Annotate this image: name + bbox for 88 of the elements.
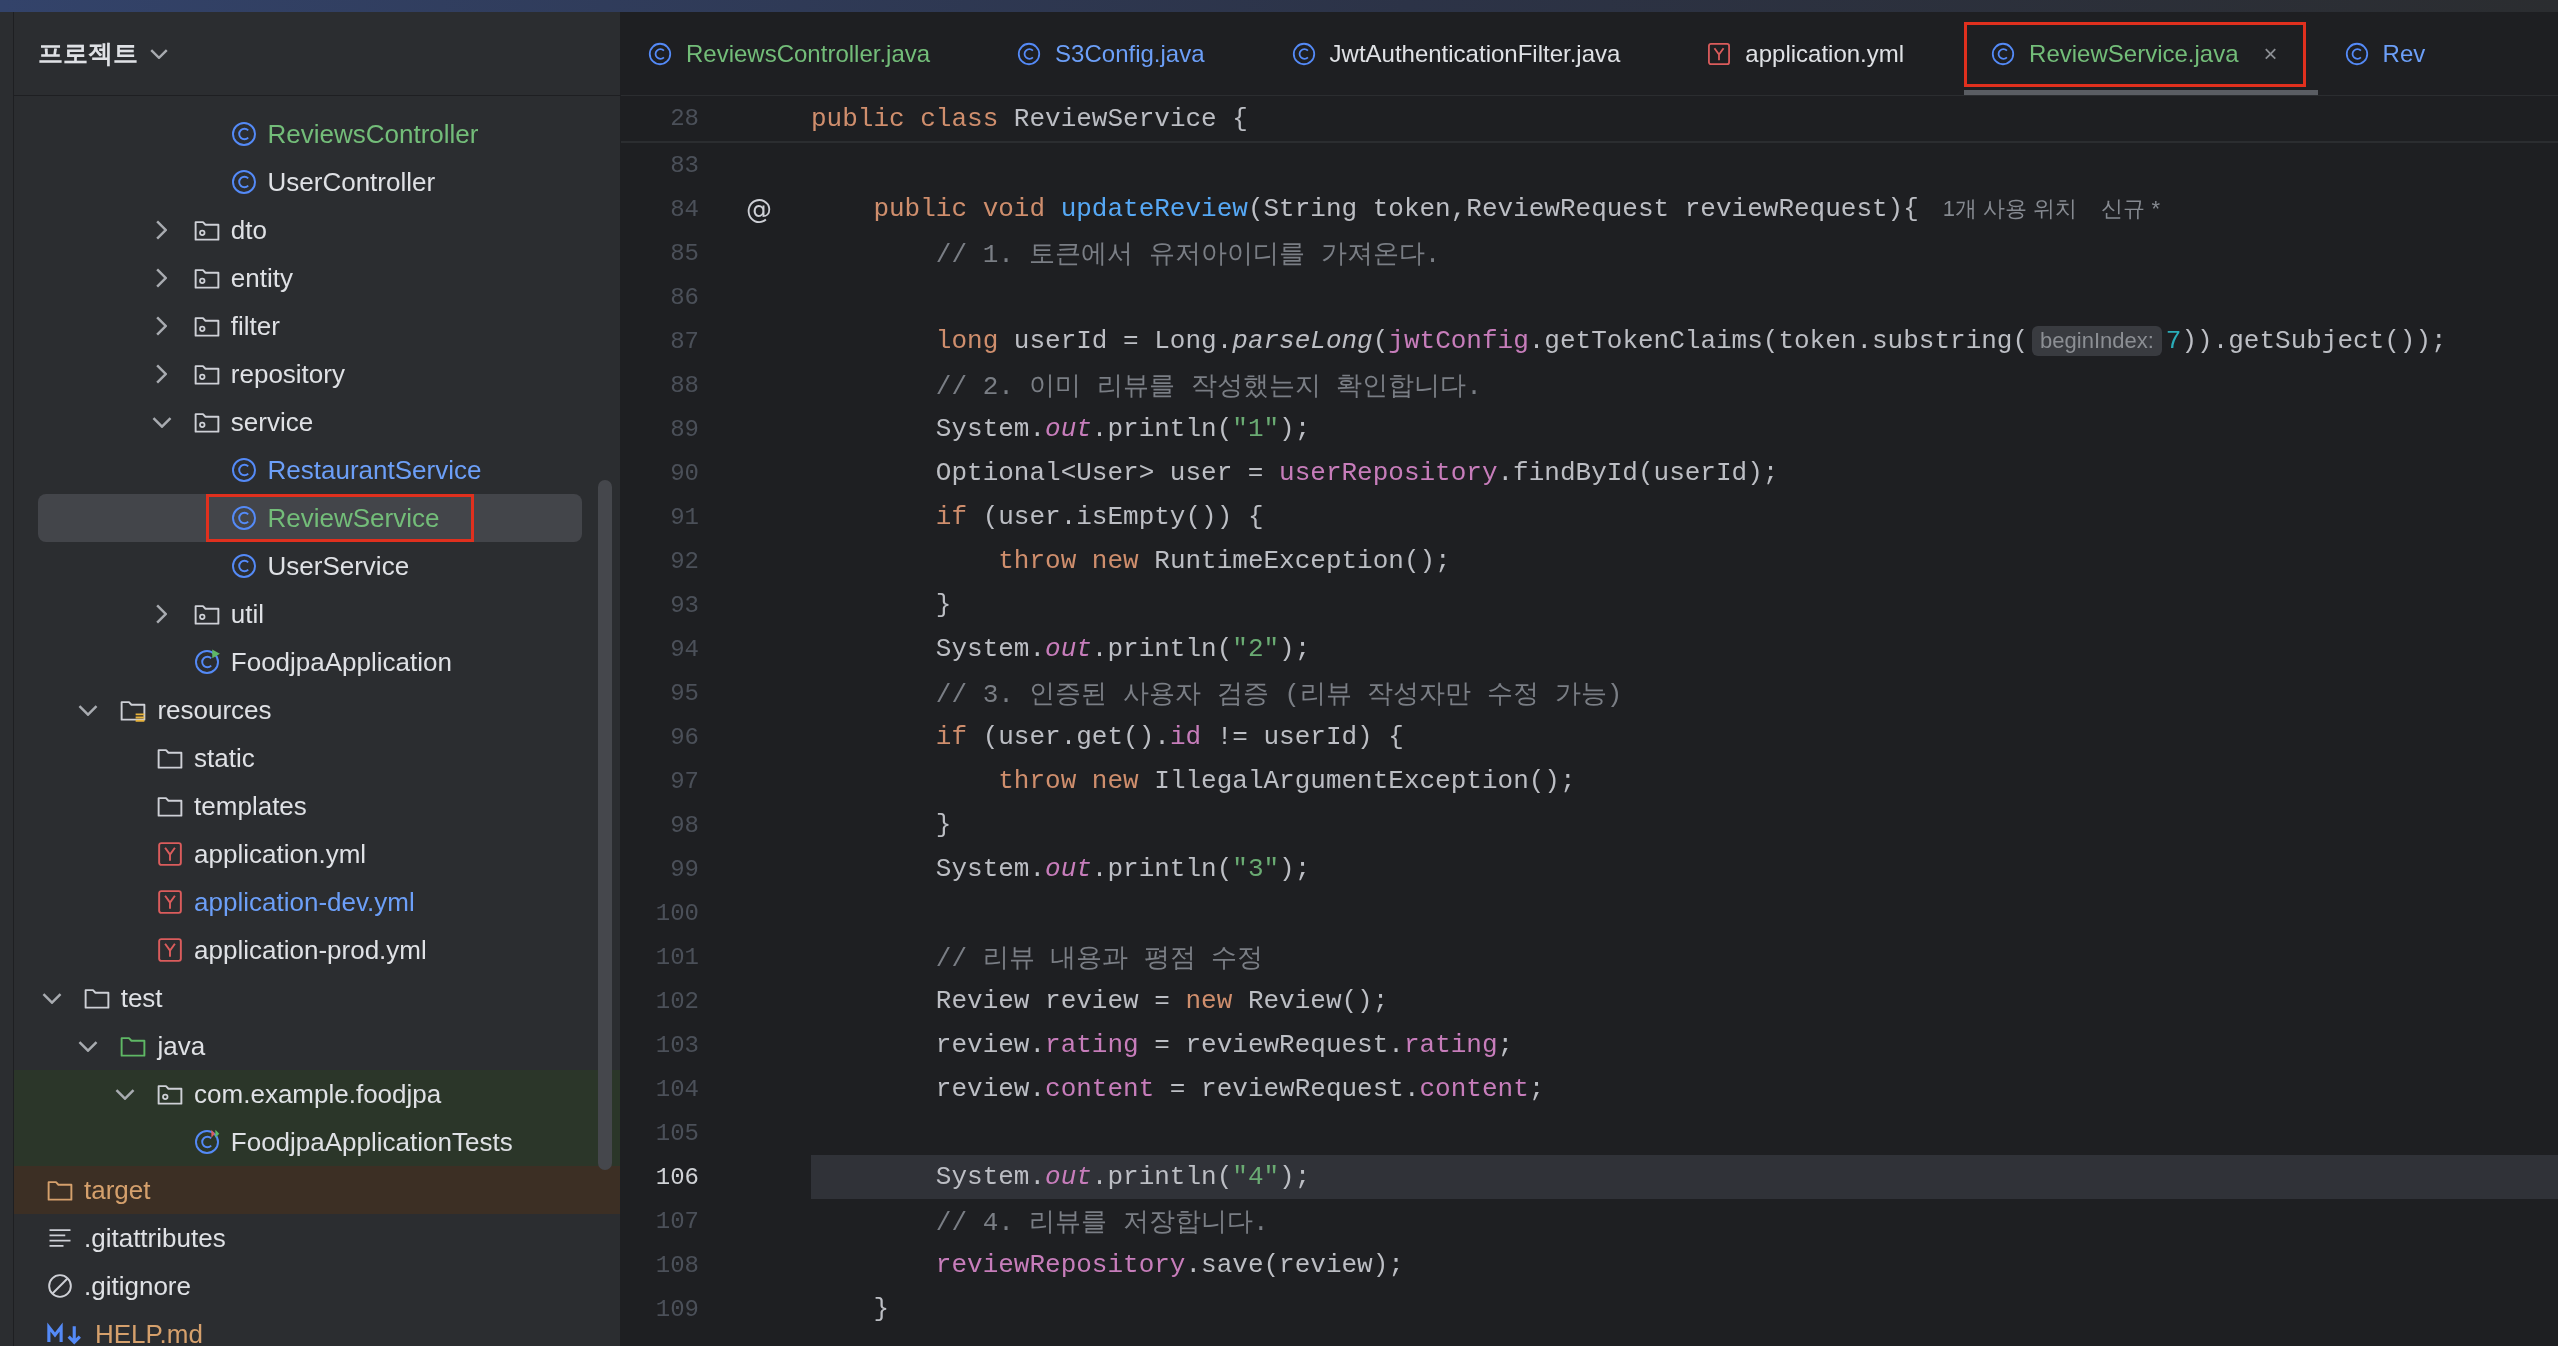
tree-item[interactable]: service xyxy=(14,398,620,446)
chevron-right-icon[interactable] xyxy=(156,364,168,384)
tree-item[interactable]: HELP.md xyxy=(14,1310,620,1346)
project-view-dropdown[interactable]: 프로젝트 xyxy=(38,37,168,70)
code-line: throw new RuntimeException(); xyxy=(997,545,1452,578)
tree-item[interactable]: dto xyxy=(14,206,620,254)
tree-item[interactable]: application.yml xyxy=(14,830,620,878)
chevron-right-icon[interactable] xyxy=(156,268,168,288)
code-line: public void updateReview(String token,ReviewRequest reviewRequest){ 1개 사용 위치 신규 * xyxy=(872,193,2161,226)
tree-item[interactable]: .gitignore xyxy=(14,1262,620,1310)
editor-tab[interactable]: ReviewService.java × xyxy=(1964,12,2318,95)
tree-item[interactable]: FoodjpaApplicationTests xyxy=(14,1118,620,1166)
yaml-file-icon xyxy=(156,936,185,964)
class-icon xyxy=(1016,40,1043,67)
code-line: System.out.println("3"); xyxy=(934,853,1312,886)
tree-item[interactable]: repository xyxy=(14,350,620,398)
editor-tab[interactable]: application.yml xyxy=(1680,12,1965,95)
tree-item[interactable]: test xyxy=(14,974,620,1022)
class-icon xyxy=(1290,40,1317,67)
class-icon xyxy=(229,456,258,484)
tree-item[interactable]: resources xyxy=(14,686,620,734)
tree-item[interactable]: application-prod.yml xyxy=(14,926,620,974)
tree-item[interactable]: FoodjpaApplication xyxy=(14,638,620,686)
editor-tab[interactable]: S3Config.java xyxy=(990,12,1265,95)
code-line: } xyxy=(934,589,953,622)
code-line: Review review = new Review(); xyxy=(934,985,1390,1018)
chevron-down-icon[interactable] xyxy=(41,992,62,1004)
code-line: } xyxy=(934,809,953,842)
tree-item[interactable]: ReviewService xyxy=(38,494,582,542)
class-icon xyxy=(229,168,258,196)
code-line: // 4. 리뷰를 저장합니다. xyxy=(934,1206,1270,1240)
tree-item[interactable]: ReviewsController xyxy=(14,110,620,158)
code-line: review.rating = reviewRequest.rating; xyxy=(934,1029,1515,1062)
tree-item[interactable]: static xyxy=(14,734,620,782)
chevron-right-icon[interactable] xyxy=(156,220,168,240)
code-line: // 리뷰 내용과 평점 수정 xyxy=(934,942,1265,976)
tree-item[interactable]: RestaurantService xyxy=(14,446,620,494)
yaml-file-icon xyxy=(156,888,185,916)
code-line: review.content = reviewRequest.content; xyxy=(934,1073,1546,1106)
code-line: if (user.isEmpty()) { xyxy=(934,501,1265,534)
tree-item[interactable]: .gitattributes xyxy=(14,1214,620,1262)
code-line: // 1. 토큰에서 유저아이디를 가져온다. xyxy=(934,238,1442,272)
code-line: Optional<User> user = userRepository.findById(userId); xyxy=(934,457,1780,490)
tree-item[interactable]: java xyxy=(14,1022,620,1070)
class-icon xyxy=(2343,40,2370,67)
code-line: System.out.println("1"); xyxy=(934,413,1312,446)
chevron-down-icon[interactable] xyxy=(78,704,99,716)
class-icon xyxy=(1990,40,2017,67)
tree-item[interactable]: target xyxy=(14,1166,620,1214)
chevron-right-icon[interactable] xyxy=(156,316,168,336)
tree-item[interactable]: UserController xyxy=(14,158,620,206)
tree-item[interactable]: templates xyxy=(14,782,620,830)
code-line: System.out.println("2"); xyxy=(934,633,1312,666)
tree-item[interactable]: application-dev.yml xyxy=(14,878,620,926)
close-icon[interactable]: × xyxy=(2263,39,2278,68)
code-line: } xyxy=(872,1293,890,1326)
chevron-down-icon[interactable] xyxy=(115,1088,136,1100)
code-line: long userId = Long.parseLong(jwtConfig.getTokenClaims(token.substring( beginIndex: 7)).getSubject()); xyxy=(934,325,2448,358)
tree-item[interactable]: util xyxy=(14,590,620,638)
chevron-down-icon[interactable] xyxy=(151,416,172,428)
yaml-file-icon xyxy=(156,840,185,868)
code-line: // 3. 인증된 사용자 검증 (리뷰 작성자만 수정 가능) xyxy=(934,678,1624,712)
class-icon xyxy=(229,552,258,580)
test-class-icon xyxy=(192,1128,221,1156)
run-class-icon xyxy=(192,648,221,676)
slashed-circle-icon xyxy=(46,1272,74,1300)
chevron-down-icon xyxy=(150,48,168,59)
editor-tab[interactable]: Rev xyxy=(2317,12,2486,95)
tree-item[interactable]: filter xyxy=(14,302,620,350)
yaml-file-icon xyxy=(1706,40,1733,67)
editor-tab[interactable]: JwtAuthenticationFilter.java xyxy=(1264,12,1681,95)
class-icon xyxy=(229,120,258,148)
tree-item[interactable]: com.example.foodjpa xyxy=(14,1070,620,1118)
tree-item[interactable]: entity xyxy=(14,254,620,302)
editor-tab[interactable]: ReviewsController.java xyxy=(621,12,991,95)
code-line: if (user.get().id != userId) { xyxy=(934,721,1405,754)
code-line: public class ReviewService { xyxy=(811,102,1249,136)
code-line: // 2. 이미 리뷰를 작성했는지 확인합니다. xyxy=(934,370,1483,404)
code-line: reviewRepository.save(review); xyxy=(934,1249,1405,1282)
class-icon xyxy=(229,504,258,532)
chevron-right-icon[interactable] xyxy=(156,604,168,624)
chevron-down-icon[interactable] xyxy=(78,1040,99,1052)
class-icon xyxy=(647,40,673,67)
line-number: 106 xyxy=(654,1163,699,1191)
tree-item[interactable]: UserService xyxy=(14,542,620,590)
code-line: throw new IllegalArgumentException(); xyxy=(997,765,1577,798)
gutter-marker[interactable]: @ xyxy=(746,194,772,224)
scrollbar-thumb[interactable] xyxy=(598,480,612,1170)
